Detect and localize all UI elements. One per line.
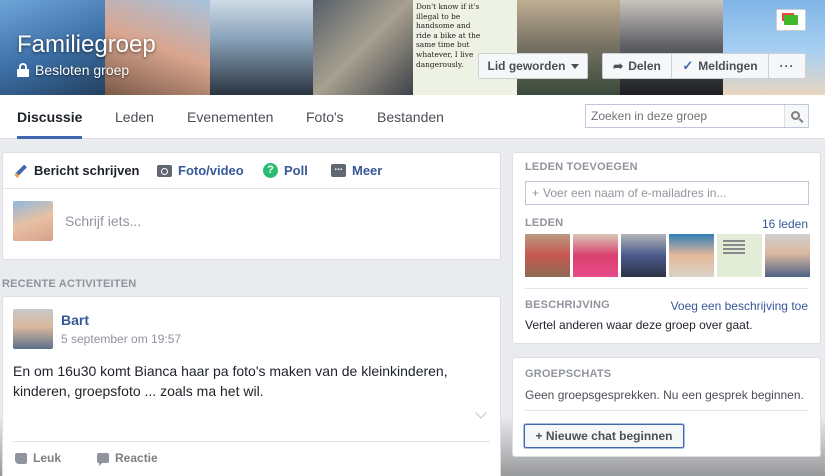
member-thumbnail[interactable] [765, 234, 810, 277]
post-text: En om 16u30 komt Bianca haar pa foto's m… [13, 363, 448, 399]
members-count-link[interactable]: 16 leden [762, 217, 808, 231]
share-button[interactable]: ➦ Delen [602, 53, 672, 79]
pencil-icon [14, 164, 28, 178]
poll-icon: ? [263, 163, 278, 178]
group-chats-empty: Geen groepsgesprekken. Nu een gesprek be… [525, 388, 804, 402]
search-button[interactable] [784, 105, 808, 127]
feed-post: Bart 5 september om 19:57 En om 16u30 ko… [2, 296, 501, 476]
composer-tab-write[interactable]: Bericht schrijven [14, 163, 140, 178]
add-members-field: + [525, 181, 809, 205]
plus-icon: + [532, 186, 540, 200]
comment-button[interactable]: Reactie [97, 451, 158, 466]
more-options-button[interactable]: ··· [768, 53, 806, 79]
group-privacy: Besloten groep [17, 62, 129, 78]
tab-events[interactable]: Evenementen [187, 95, 273, 139]
comment-icon [97, 453, 109, 466]
search-input[interactable] [586, 109, 782, 123]
add-members-heading: LEDEN TOEVOEGEN [525, 161, 638, 173]
group-search [585, 104, 809, 128]
lock-icon [17, 63, 29, 77]
avatar [13, 201, 53, 241]
composer-tabs: Bericht schrijven Foto/video ? Poll ... … [3, 153, 500, 189]
share-button-label: Delen [628, 59, 661, 73]
cover-tile-8 [723, 0, 825, 95]
member-thumbnail[interactable] [573, 234, 618, 277]
join-button-label: Lid geworden [487, 59, 566, 73]
description-heading: BESCHRIJVING [525, 299, 610, 311]
notifications-button-label: Meldingen [698, 59, 758, 73]
like-button[interactable]: Leuk [15, 451, 61, 465]
tab-members[interactable]: Leden [115, 95, 154, 139]
group-chats-heading: GROEPSCHATS [525, 368, 612, 380]
members-heading: LEDEN [525, 217, 564, 229]
cover-tile-3 [210, 0, 313, 95]
cover-tile-7 [620, 0, 723, 95]
divider [525, 288, 808, 289]
member-thumbnail[interactable] [621, 234, 666, 277]
recent-activity-heading: RECENTE ACTIVITEITEN [2, 278, 137, 290]
chevron-down-icon[interactable] [475, 407, 487, 419]
group-chats-panel: GROEPSCHATS Geen groepsgesprekken. Nu ee… [512, 357, 821, 457]
more-icon: ... [331, 163, 346, 177]
divider [525, 410, 808, 411]
thumbs-up-icon [15, 452, 27, 464]
description-text: Vertel anderen waar deze groep over gaat… [525, 318, 753, 332]
share-icon: ➦ [613, 59, 624, 73]
like-label: Leuk [33, 451, 62, 465]
cover-tile-4 [313, 0, 413, 95]
cover-quote: Don't know if it's illegal to be handsom… [416, 2, 481, 69]
post-author-avatar[interactable] [13, 309, 53, 349]
member-thumbnail[interactable] [525, 234, 570, 277]
group-privacy-label: Besloten groep [35, 62, 130, 78]
join-button[interactable]: Lid geworden [478, 53, 588, 79]
group-title[interactable]: Familiegroep [17, 31, 156, 59]
new-chat-button[interactable]: + Nieuwe chat beginnen [524, 424, 684, 448]
tab-files[interactable]: Bestanden [377, 95, 444, 139]
photo-icon [784, 15, 798, 25]
members-panel: LEDEN TOEVOEGEN + LEDEN 16 leden BESCHRI… [512, 152, 821, 344]
composer-tab-write-label: Bericht schrijven [34, 163, 140, 178]
tab-photos[interactable]: Foto's [306, 95, 344, 139]
cover-tile-6 [517, 0, 620, 95]
composer-tab-photo-label: Foto/video [178, 163, 244, 178]
check-icon: ✓ [682, 58, 694, 73]
post-composer: Bericht schrijven Foto/video ? Poll ... … [2, 152, 501, 260]
member-thumbnail[interactable] [717, 234, 762, 277]
composer-tab-more-label: Meer [352, 163, 383, 178]
camera-icon [157, 164, 172, 177]
tab-discussion[interactable]: Discussie [17, 95, 83, 139]
composer-tab-photo[interactable]: Foto/video [157, 163, 244, 178]
post-author[interactable]: Bart [61, 312, 89, 328]
chevron-down-icon [570, 63, 579, 69]
post-divider [13, 441, 490, 442]
composer-tab-poll-label: Poll [284, 163, 308, 178]
cover-settings-button[interactable] [776, 9, 806, 31]
composer-tab-poll[interactable]: ? Poll [263, 163, 308, 178]
member-thumbnail[interactable] [669, 234, 714, 277]
composer-body[interactable]: Schrijf iets... [3, 189, 500, 259]
composer-input[interactable]: Schrijf iets... [65, 213, 141, 229]
add-members-input[interactable] [543, 186, 806, 200]
comment-label: Reactie [115, 451, 158, 465]
post-timestamp[interactable]: 5 september om 19:57 [61, 332, 181, 346]
notifications-button[interactable]: ✓ Meldingen [671, 53, 769, 79]
search-icon [791, 110, 800, 120]
add-description-link[interactable]: Voeg een beschrijving toe [671, 299, 808, 313]
composer-tab-more[interactable]: ... Meer [331, 163, 382, 178]
